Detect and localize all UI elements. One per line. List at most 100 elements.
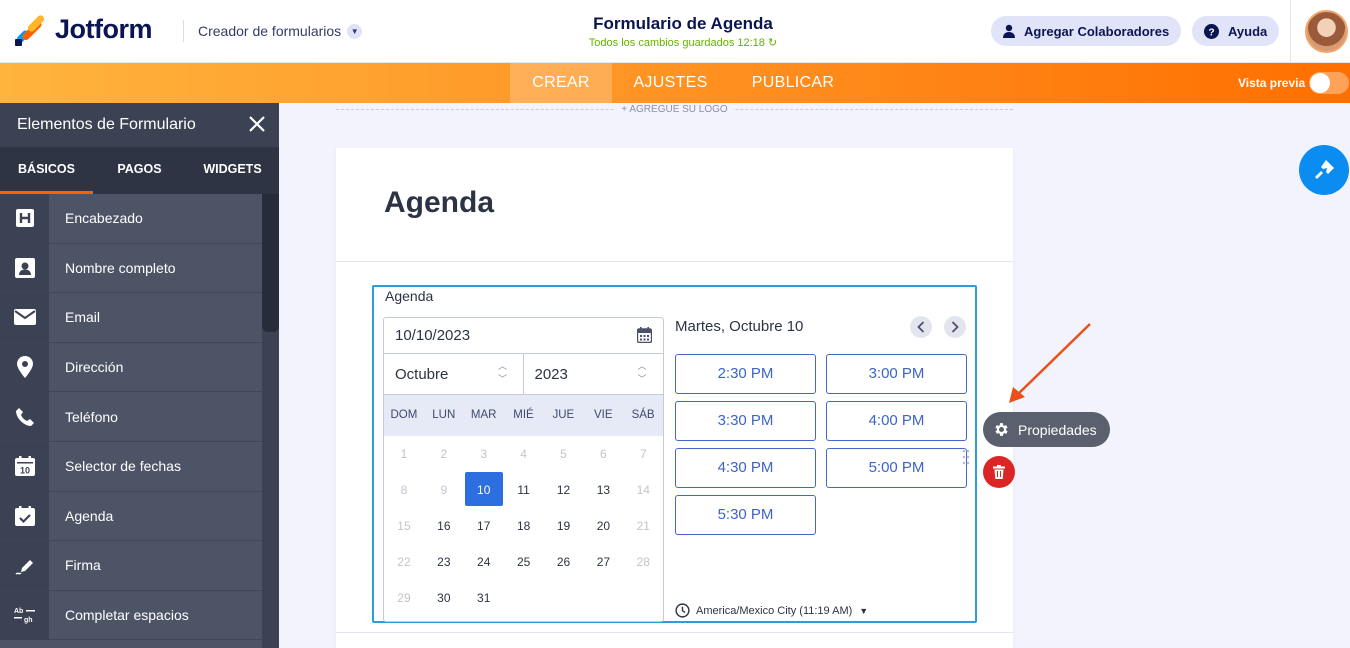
calendar-day[interactable]: 31: [464, 580, 504, 616]
calendar-day[interactable]: 13: [583, 472, 623, 508]
timezone-selector[interactable]: America/Mexico City (11:19 AM) ▼: [675, 603, 868, 618]
tab-pagos[interactable]: PAGOS: [93, 147, 186, 194]
drag-handle-icon[interactable]: [962, 448, 970, 466]
sidebar-item-nombre-completo[interactable]: Nombre completo: [0, 243, 262, 294]
calendar-day[interactable]: 12: [544, 472, 584, 508]
sidebar-item-selector-fechas[interactable]: 10 Selector de fechas: [0, 441, 262, 492]
calendar-day[interactable]: 3: [464, 436, 504, 472]
time-slot[interactable]: 4:30 PM: [675, 448, 816, 488]
panel-scrollbar[interactable]: [262, 194, 279, 648]
time-slot[interactable]: 5:00 PM: [826, 448, 967, 488]
sidebar-item-telefono[interactable]: Teléfono: [0, 392, 262, 442]
sidebar-item-agenda[interactable]: Agenda: [0, 491, 262, 542]
field-divider: [336, 632, 1013, 633]
help-button[interactable]: ? Ayuda: [1192, 16, 1280, 46]
calendar-day[interactable]: 25: [504, 544, 544, 580]
calendar-day: [544, 580, 584, 616]
calendar-day[interactable]: 1: [384, 436, 424, 472]
year-value: 2023: [534, 366, 568, 383]
tab-crear[interactable]: CREAR: [510, 63, 612, 103]
calendar-day[interactable]: 29: [384, 580, 424, 616]
svg-text:?: ?: [1208, 27, 1214, 38]
add-collaborators-label: Agregar Colaboradores: [1024, 23, 1170, 39]
month-select[interactable]: Octubre ︿ ﹀: [384, 354, 524, 394]
time-slot[interactable]: 4:00 PM: [826, 401, 967, 441]
time-slot[interactable]: 2:30 PM: [675, 354, 816, 394]
time-slot[interactable]: 5:30 PM: [675, 495, 816, 535]
calendar-day[interactable]: 15: [384, 508, 424, 544]
tab-publicar[interactable]: PUBLICAR: [740, 63, 846, 103]
tab-ajustes[interactable]: AJUSTES: [622, 63, 719, 103]
form-title[interactable]: Formulario de Agenda: [533, 14, 833, 34]
calendar-day[interactable]: 9: [424, 472, 464, 508]
calendar-day[interactable]: 28: [623, 544, 663, 580]
tab-basicos[interactable]: BÁSICOS: [0, 147, 93, 194]
form-heading[interactable]: Agenda: [384, 186, 494, 220]
sort-arrows-icon: ︿ ﹀: [498, 361, 508, 384]
calendar-day[interactable]: 5: [544, 436, 584, 472]
calendar-day[interactable]: 8: [384, 472, 424, 508]
date-value: 10/10/2023: [395, 327, 471, 344]
prev-day-button[interactable]: [910, 316, 932, 338]
user-avatar[interactable]: [1305, 10, 1348, 53]
calendar-day[interactable]: 6: [583, 436, 623, 472]
chevron-right-icon: [951, 321, 959, 333]
calendar-day[interactable]: 4: [504, 436, 544, 472]
panel-tabs: BÁSICOS PAGOS WIDGETS: [0, 147, 279, 194]
calendar-day[interactable]: 21: [623, 508, 663, 544]
calendar-day[interactable]: 17: [464, 508, 504, 544]
calendar-day[interactable]: 18: [504, 508, 544, 544]
contact-card-icon: [0, 243, 49, 293]
calendar-day[interactable]: 19: [544, 508, 584, 544]
calendar-day[interactable]: 26: [544, 544, 584, 580]
scrollbar-thumb[interactable]: [262, 194, 279, 332]
preview-toggle[interactable]: [1309, 72, 1349, 94]
sidebar-item-label: Selector de fechas: [65, 458, 181, 475]
year-select[interactable]: 2023 ︿ ﹀: [524, 354, 664, 394]
sidebar-item-direccion[interactable]: Dirección: [0, 342, 262, 393]
tab-widgets[interactable]: WIDGETS: [186, 147, 279, 194]
calendar-icon[interactable]: [637, 327, 652, 343]
properties-button[interactable]: Propiedades: [983, 412, 1110, 447]
builder-switcher[interactable]: Creador de formularios ▼: [198, 23, 363, 39]
jotform-logo[interactable]: Jotform: [15, 13, 153, 46]
annotation-arrow: [1009, 323, 1091, 403]
calendar-day[interactable]: 11: [504, 472, 544, 508]
calendar-day[interactable]: 16: [424, 508, 464, 544]
close-icon[interactable]: [248, 115, 266, 133]
calendar-day[interactable]: 23: [424, 544, 464, 580]
sidebar-item-firma[interactable]: Firma: [0, 540, 262, 591]
sidebar-item-label: Teléfono: [65, 408, 118, 425]
time-slot[interactable]: 3:00 PM: [826, 354, 967, 394]
calendar-day[interactable]: 2: [424, 436, 464, 472]
weekday-label: JUE: [552, 409, 575, 421]
next-day-button[interactable]: [944, 316, 966, 338]
sidebar-item-email[interactable]: Email: [0, 292, 262, 343]
calendar-day[interactable]: 30: [424, 580, 464, 616]
field-label[interactable]: Agenda: [385, 288, 433, 304]
calendar-day[interactable]: 7: [623, 436, 663, 472]
add-logo-link[interactable]: + AGREGUE SU LOGO: [336, 104, 1013, 115]
appointment-field[interactable]: Agenda 10/10/2023 Octubre ︿ ﹀ 2023 ︿ ﹀ DOM…: [372, 285, 977, 623]
calendar-day[interactable]: 22: [384, 544, 424, 580]
calendar-day-number: 25: [516, 555, 531, 569]
calendar-day[interactable]: 14: [623, 472, 663, 508]
add-collaborators-button[interactable]: Agregar Colaboradores: [991, 16, 1182, 46]
map-pin-icon: [0, 342, 49, 392]
calendar-day[interactable]: 24: [464, 544, 504, 580]
chevron-left-icon: [917, 321, 925, 333]
sidebar-item-completar-espacios[interactable]: Ab gh Completar espacios: [0, 590, 262, 641]
delete-field-button[interactable]: [983, 456, 1015, 488]
calendar-day-selected[interactable]: 10: [464, 472, 504, 508]
calendar-day[interactable]: 20: [583, 508, 623, 544]
date-input[interactable]: 10/10/2023: [384, 318, 663, 354]
builder-label: Creador de formularios: [198, 23, 342, 39]
calendar-day-number: 20: [596, 519, 611, 533]
trash-icon: [993, 465, 1005, 479]
calendar-day-number: 28: [636, 555, 650, 569]
sidebar-item-encabezado[interactable]: Encabezado: [0, 193, 262, 244]
time-slot[interactable]: 3:30 PM: [675, 401, 816, 441]
chevron-down-icon: ▼: [347, 23, 363, 39]
form-designer-button[interactable]: [1299, 145, 1349, 195]
calendar-day[interactable]: 27: [583, 544, 623, 580]
